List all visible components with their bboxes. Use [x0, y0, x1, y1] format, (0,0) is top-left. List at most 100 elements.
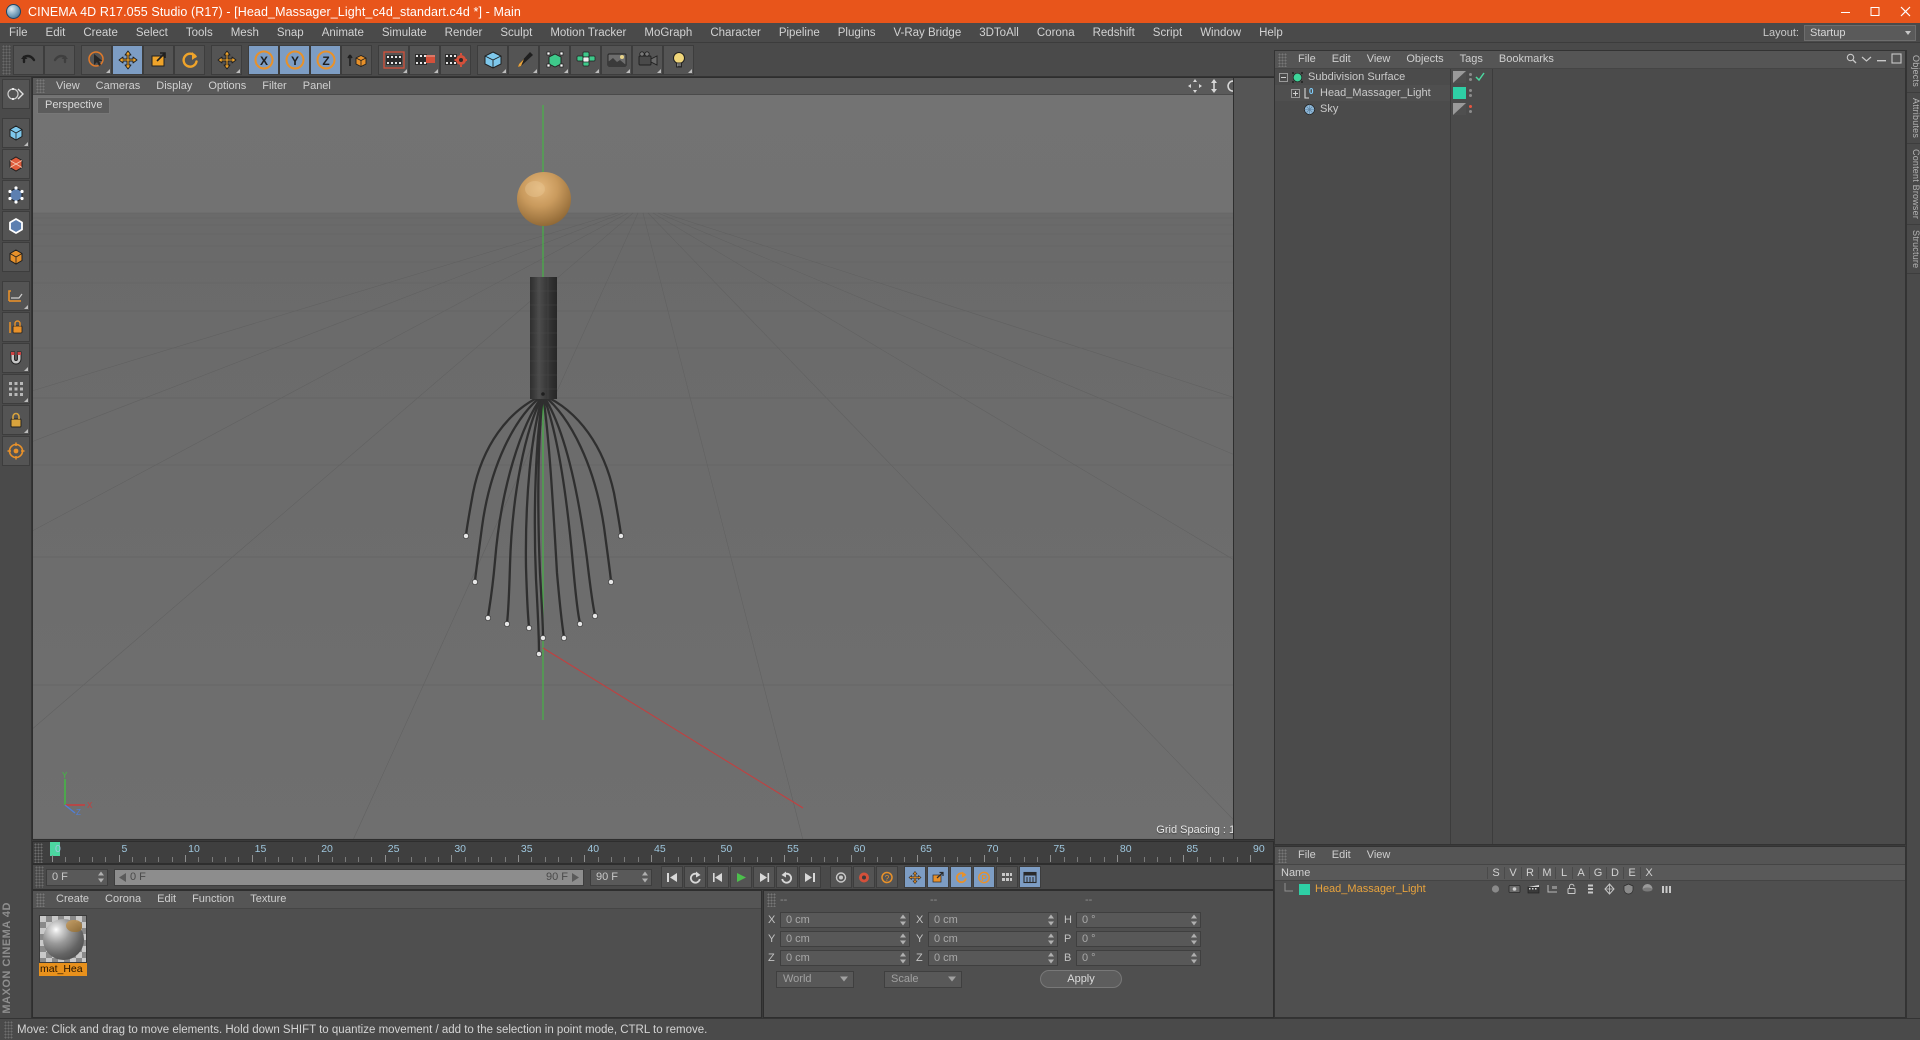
column-header-v[interactable]: V: [1504, 866, 1521, 879]
menu-edit[interactable]: Edit: [37, 23, 75, 43]
field-rotation-p[interactable]: 0 °: [1076, 930, 1201, 947]
field-size-x[interactable]: 0 cm: [928, 911, 1058, 928]
menu-motion-tracker[interactable]: Motion Tracker: [541, 23, 635, 43]
end-frame-field[interactable]: 90 F: [590, 868, 652, 886]
object-manager-tree-body[interactable]: Subdivision Surface 0 Head_Massager_Ligh…: [1275, 69, 1905, 844]
timeline-ruler[interactable]: 0 5 10 15 20 25 30 35 40 45 50 55 60 65 70 75 80 85 90: [44, 842, 1273, 863]
dome-icon[interactable]: [1639, 883, 1656, 895]
menu-mograph[interactable]: MoGraph: [635, 23, 701, 43]
column-header-r[interactable]: R: [1521, 866, 1538, 879]
column-header-a[interactable]: A: [1572, 866, 1589, 879]
preview-range-slider[interactable]: 0 F 90 F: [114, 868, 584, 886]
parameter-key-button[interactable]: P: [973, 866, 995, 888]
enable-axis-button[interactable]: [1, 436, 30, 466]
current-frame-field[interactable]: 0 F: [46, 868, 108, 886]
add-environment-button[interactable]: [601, 44, 632, 75]
om-menu-file[interactable]: File: [1290, 51, 1324, 68]
mm-menu-corona[interactable]: Corona: [97, 891, 149, 908]
menu-file[interactable]: File: [0, 23, 37, 43]
close-panel-icon[interactable]: [1891, 53, 1902, 64]
menu-snap[interactable]: Snap: [268, 23, 313, 43]
keyframe-selection-button[interactable]: ?: [876, 866, 898, 888]
menu-window[interactable]: Window: [1191, 23, 1250, 43]
menu-render[interactable]: Render: [436, 23, 492, 43]
timeline-toggle-button[interactable]: [1019, 866, 1041, 888]
menu-help[interactable]: Help: [1250, 23, 1292, 43]
minimize-button[interactable]: [1830, 0, 1860, 23]
move-tool-button[interactable]: [112, 44, 143, 75]
am-menu-edit[interactable]: Edit: [1324, 847, 1359, 864]
attribute-manager-grip[interactable]: [1278, 848, 1287, 863]
point-level-animation-button[interactable]: [996, 866, 1018, 888]
coordinates-grip[interactable]: [767, 893, 776, 907]
polygons-mode-button[interactable]: [1, 242, 30, 272]
field-position-x[interactable]: 0 cm: [780, 911, 910, 928]
spinner-icon[interactable]: [899, 952, 906, 963]
maximize-button[interactable]: [1860, 0, 1890, 23]
add-deformer-button[interactable]: [570, 44, 601, 75]
viewport-menu-view[interactable]: View: [48, 78, 88, 95]
viewport-menu-panel[interactable]: Panel: [295, 78, 339, 95]
play-button[interactable]: [730, 866, 752, 888]
move-axis-button[interactable]: [211, 44, 242, 75]
am-menu-view[interactable]: View: [1359, 847, 1399, 864]
column-header-e[interactable]: E: [1623, 866, 1640, 879]
step-forward-button[interactable]: [753, 866, 775, 888]
model-mode-button[interactable]: [1, 118, 30, 148]
menu-simulate[interactable]: Simulate: [373, 23, 436, 43]
menu-tools[interactable]: Tools: [177, 23, 222, 43]
apply-button[interactable]: Apply: [1040, 970, 1122, 988]
texture-mode-button[interactable]: [1, 149, 30, 179]
rotation-key-button[interactable]: [950, 866, 972, 888]
column-header-x[interactable]: X: [1640, 866, 1657, 879]
material-name-label[interactable]: mat_Hea: [39, 963, 87, 976]
material-preview-sphere[interactable]: [39, 915, 87, 963]
material-manager-grip[interactable]: [36, 892, 45, 907]
lock-workplane-button[interactable]: [1, 312, 30, 342]
field-size-y[interactable]: 0 cm: [928, 930, 1058, 947]
menu-vray-bridge[interactable]: V-Ray Bridge: [884, 23, 970, 43]
transform-mode-dropdown[interactable]: Scale: [884, 970, 962, 988]
viewport-grip[interactable]: [36, 79, 45, 93]
toolbar-grip[interactable]: [2, 44, 11, 75]
object-row-head-massager-light[interactable]: 0 Head_Massager_Light: [1275, 85, 1472, 101]
expander-minus-icon[interactable]: [1279, 72, 1288, 82]
lock-z-axis-button[interactable]: Z: [310, 44, 341, 75]
transport-grip[interactable]: [35, 866, 44, 888]
column-header-g[interactable]: G: [1589, 866, 1606, 879]
position-key-button[interactable]: [904, 866, 926, 888]
quantize-button[interactable]: [1, 374, 30, 404]
compositing-icon[interactable]: [1544, 883, 1561, 895]
add-spline-button[interactable]: [508, 44, 539, 75]
mm-menu-texture[interactable]: Texture: [242, 891, 294, 908]
play-backwards-loop-button[interactable]: [684, 866, 706, 888]
visibility-tag-icon[interactable]: [1453, 103, 1466, 115]
spinner-icon[interactable]: [1047, 952, 1054, 963]
menu-sculpt[interactable]: Sculpt: [491, 23, 541, 43]
mm-menu-edit[interactable]: Edit: [149, 891, 184, 908]
material-tag-icon[interactable]: [1453, 87, 1466, 99]
lock-selection-button[interactable]: [1, 405, 30, 435]
dolly-icon[interactable]: [1207, 79, 1221, 93]
field-position-y[interactable]: 0 cm: [780, 930, 910, 947]
object-manager-grip[interactable]: [1278, 52, 1287, 67]
go-to-end-button[interactable]: [799, 866, 821, 888]
make-editable-button[interactable]: [1, 79, 30, 109]
menu-pipeline[interactable]: Pipeline: [770, 23, 829, 43]
spinner-icon[interactable]: [1190, 914, 1197, 925]
spinner-icon[interactable]: [1047, 914, 1054, 925]
list-icon[interactable]: [1582, 883, 1599, 895]
column-header-m[interactable]: M: [1538, 866, 1555, 879]
autokeying-button[interactable]: [853, 866, 875, 888]
viewport-menu-filter[interactable]: Filter: [254, 78, 294, 95]
add-cube-button[interactable]: [477, 44, 508, 75]
attribute-row-head-massager[interactable]: Head_Massager_Light: [1275, 881, 1905, 897]
expander-plus-icon[interactable]: [1291, 88, 1300, 98]
field-size-z[interactable]: 0 cm: [928, 949, 1058, 966]
points-mode-button[interactable]: [1, 180, 30, 210]
render-view-button[interactable]: [378, 44, 409, 75]
redo-button[interactable]: [44, 44, 75, 75]
dock-tab-objects[interactable]: Objects: [1907, 50, 1920, 93]
viewport-menu-display[interactable]: Display: [148, 78, 200, 95]
range-end-handle-icon[interactable]: [571, 872, 579, 882]
